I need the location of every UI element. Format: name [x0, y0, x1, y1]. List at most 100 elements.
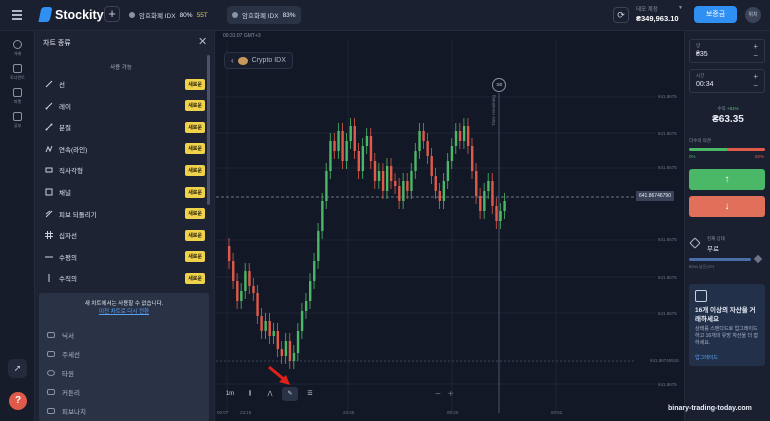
- ellipse-icon: [47, 370, 55, 376]
- tool-item[interactable]: 피보 되돌리기 새로운: [45, 207, 205, 221]
- tool-label: 수평의: [59, 254, 77, 262]
- candle-body: [499, 211, 502, 221]
- menu-icon[interactable]: [12, 10, 22, 20]
- fibonacci-tool-icon: [45, 210, 53, 218]
- avatar[interactable]: 위치: [745, 7, 761, 23]
- layout-icon[interactable]: ☰: [302, 387, 318, 401]
- down-button[interactable]: ↓: [689, 196, 765, 217]
- drawing-tools-icon[interactable]: ✎: [282, 387, 298, 401]
- tool-item[interactable]: 직사각형 새로운: [45, 163, 205, 177]
- chart-types-panel: 차트 종류 ✕ 사용 가능 선 새로운 레이 새로운 분절 새로운 연속(라인) 새로운 직사각…: [35, 31, 215, 421]
- logo[interactable]: Stockity: [38, 7, 104, 22]
- deposit-button[interactable]: 보증금: [694, 6, 737, 23]
- candle-body: [483, 191, 486, 211]
- rail-item-trade[interactable]: 거래: [0, 40, 35, 57]
- horizontal-line-tool-icon: [45, 253, 53, 261]
- candle-body: [369, 136, 373, 161]
- rail-item-market[interactable]: 마켓: [0, 88, 35, 105]
- timeframe-button[interactable]: 1m: [222, 387, 238, 401]
- plus-icon[interactable]: +: [753, 72, 758, 81]
- tool-label: 선: [59, 82, 65, 89]
- line-tool-icon: [45, 80, 53, 88]
- tool-item[interactable]: 레이 새로운: [45, 99, 205, 113]
- segment-tool-icon: [45, 123, 53, 131]
- candle-body: [414, 151, 417, 171]
- chart-timestamp: 00:31:07 GMT+3: [223, 33, 261, 39]
- help-button[interactable]: ?: [9, 392, 27, 410]
- minus-icon[interactable]: −: [753, 51, 758, 60]
- up-button[interactable]: ↑: [689, 169, 765, 190]
- trade-panel: 양 ₴35 + − 시간 00:34 + − 수익 +81% ₴63.35 다수…: [684, 31, 770, 421]
- account-balance: ₴349,963.10: [636, 14, 679, 23]
- close-icon[interactable]: ✕: [198, 35, 207, 48]
- refresh-icon[interactable]: ⟳: [613, 7, 629, 23]
- countdown-timer: :50: [492, 78, 506, 92]
- panel-subtitle: 사용 가능: [110, 65, 132, 71]
- candle-body: [357, 151, 360, 171]
- rocket-icon[interactable]: ➚: [8, 359, 27, 378]
- asset-tab-active[interactable]: 암호화폐 IDX 83%: [227, 6, 301, 24]
- upgrade-link[interactable]: 업그레이드: [695, 354, 718, 361]
- tool-icon: [47, 351, 55, 357]
- chart-area[interactable]: 00:31:07 GMT+3 ‹ Crypto IDX :50 Time rem…: [216, 31, 684, 421]
- amount-label: 양: [696, 43, 701, 48]
- time-field[interactable]: 시간 00:34 + −: [689, 69, 765, 93]
- account-selector[interactable]: 데모 계정 ₴349,963.10 ▼: [636, 5, 683, 23]
- candle-body: [329, 141, 332, 171]
- tool-item[interactable]: 수직의 새로운: [45, 271, 205, 285]
- tool-label: 직사각형: [59, 168, 83, 176]
- rail-item-tournaments[interactable]: 토너먼트: [0, 64, 35, 81]
- amount-field[interactable]: 양 ₴35 + −: [689, 39, 765, 63]
- polyline-tool-icon: [45, 145, 53, 153]
- plus-icon[interactable]: +: [753, 42, 758, 51]
- candle-body: [434, 176, 437, 191]
- candle-body: [491, 181, 494, 206]
- extra-item[interactable]: 피보나치: [47, 405, 86, 417]
- candle-body: [446, 161, 450, 181]
- extra-item-label: 주세선: [62, 352, 80, 359]
- candle-body: [232, 261, 235, 281]
- rail-item-study[interactable]: 공부: [0, 112, 35, 129]
- tool-item[interactable]: 분절 새로운: [45, 120, 205, 134]
- zoom-in-icon[interactable]: +: [448, 389, 454, 400]
- tool-label: 채널: [59, 190, 71, 197]
- candle-body: [402, 181, 405, 201]
- indicators-icon[interactable]: ⋀: [262, 387, 278, 401]
- zoom-out-icon[interactable]: −: [435, 389, 441, 400]
- asset-selector[interactable]: ‹ Crypto IDX: [224, 52, 293, 69]
- candle-body: [450, 146, 454, 161]
- candle-body: [236, 281, 239, 301]
- extra-item[interactable]: 커튼리: [47, 386, 80, 398]
- y-axis-label: 641.8675: [658, 275, 677, 280]
- vertical-line-tool-icon: [45, 274, 53, 283]
- tool-item[interactable]: 채널 새로운: [45, 185, 205, 199]
- scrollbar[interactable]: [207, 55, 210, 205]
- tool-label: 십자선: [59, 233, 77, 241]
- minus-icon[interactable]: −: [753, 81, 758, 90]
- tool-item[interactable]: 연속(라인) 새로운: [45, 142, 205, 156]
- profit-label: 수익 +81%: [685, 106, 770, 112]
- y-axis-label: 641.8675: [658, 165, 677, 170]
- candles-icon[interactable]: ⫼: [242, 387, 258, 401]
- tool-item[interactable]: 십자선 새로운: [45, 228, 205, 242]
- extra-item[interactable]: 주세선: [47, 348, 80, 360]
- candle-body: [304, 301, 308, 311]
- candle-body: [264, 321, 267, 331]
- extra-item[interactable]: 타원: [47, 367, 74, 379]
- tool-item[interactable]: 선 새로운: [45, 77, 205, 91]
- tool-item[interactable]: 수평의 새로운: [45, 250, 205, 264]
- candle-body: [256, 293, 259, 316]
- new-badge: 새로운: [185, 229, 205, 241]
- asset-tab-timer: 55T: [196, 11, 208, 19]
- add-asset-button[interactable]: +: [104, 6, 120, 22]
- rail-item-label: 공부: [13, 123, 22, 128]
- asset-tab[interactable]: 암호화폐 IDX 80% 55T: [124, 6, 213, 24]
- new-badge: 새로운: [185, 251, 205, 263]
- extra-item[interactable]: 닉서: [47, 329, 74, 341]
- tool-label: 레이: [59, 103, 71, 111]
- y-axis-label: 641.8675: [658, 131, 677, 136]
- switch-back-link[interactable]: 이전 차트로 다시 전환: [39, 307, 209, 315]
- candle-body: [252, 286, 255, 293]
- x-axis-label: 00:20: [447, 410, 459, 415]
- new-badge: 새로운: [185, 272, 205, 284]
